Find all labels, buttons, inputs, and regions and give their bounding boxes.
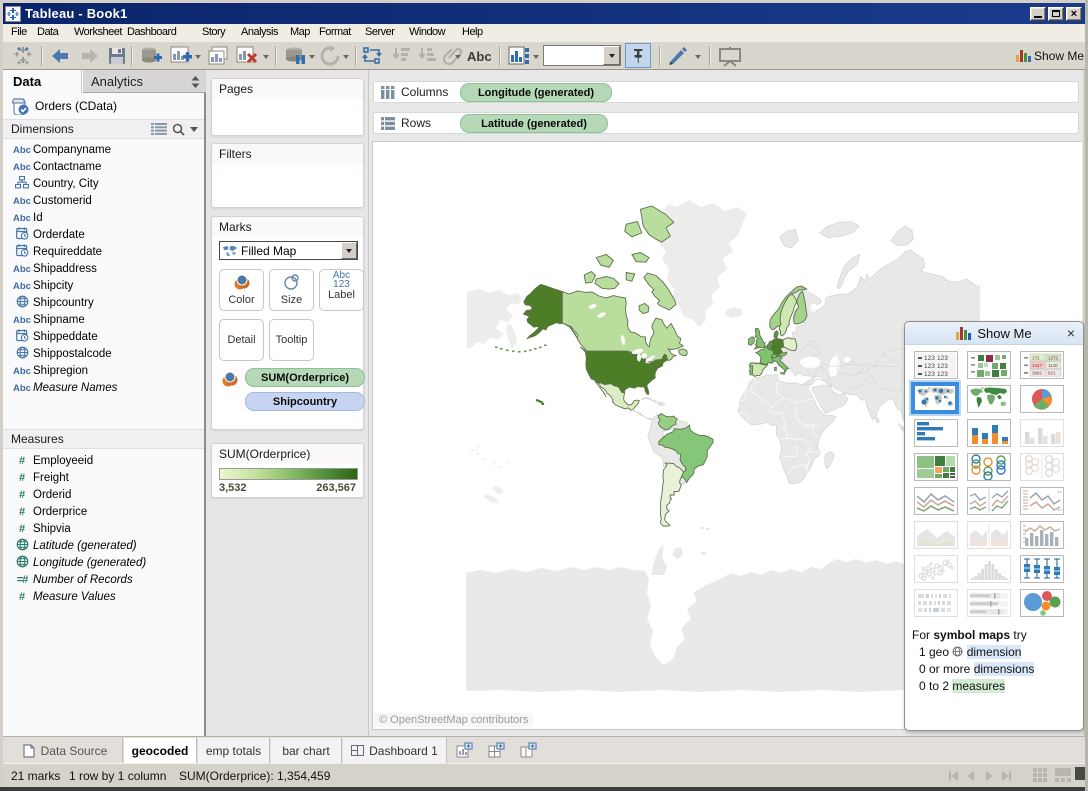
svg-text:123: 123: [937, 371, 948, 378]
svg-text:123: 123: [937, 363, 948, 370]
svg-text:123: 123: [924, 355, 935, 362]
svg-text:821: 821: [1048, 371, 1056, 376]
svg-text:1272: 1272: [1048, 356, 1059, 361]
svg-text:1347: 1347: [1032, 363, 1043, 368]
svg-text:123: 123: [937, 355, 948, 362]
svg-text:123: 123: [924, 371, 935, 378]
svg-text:123: 123: [924, 363, 935, 370]
svg-text:1140: 1140: [1048, 363, 1058, 368]
svg-text:172: 172: [1032, 356, 1040, 361]
svg-text:3982: 3982: [1032, 371, 1043, 376]
